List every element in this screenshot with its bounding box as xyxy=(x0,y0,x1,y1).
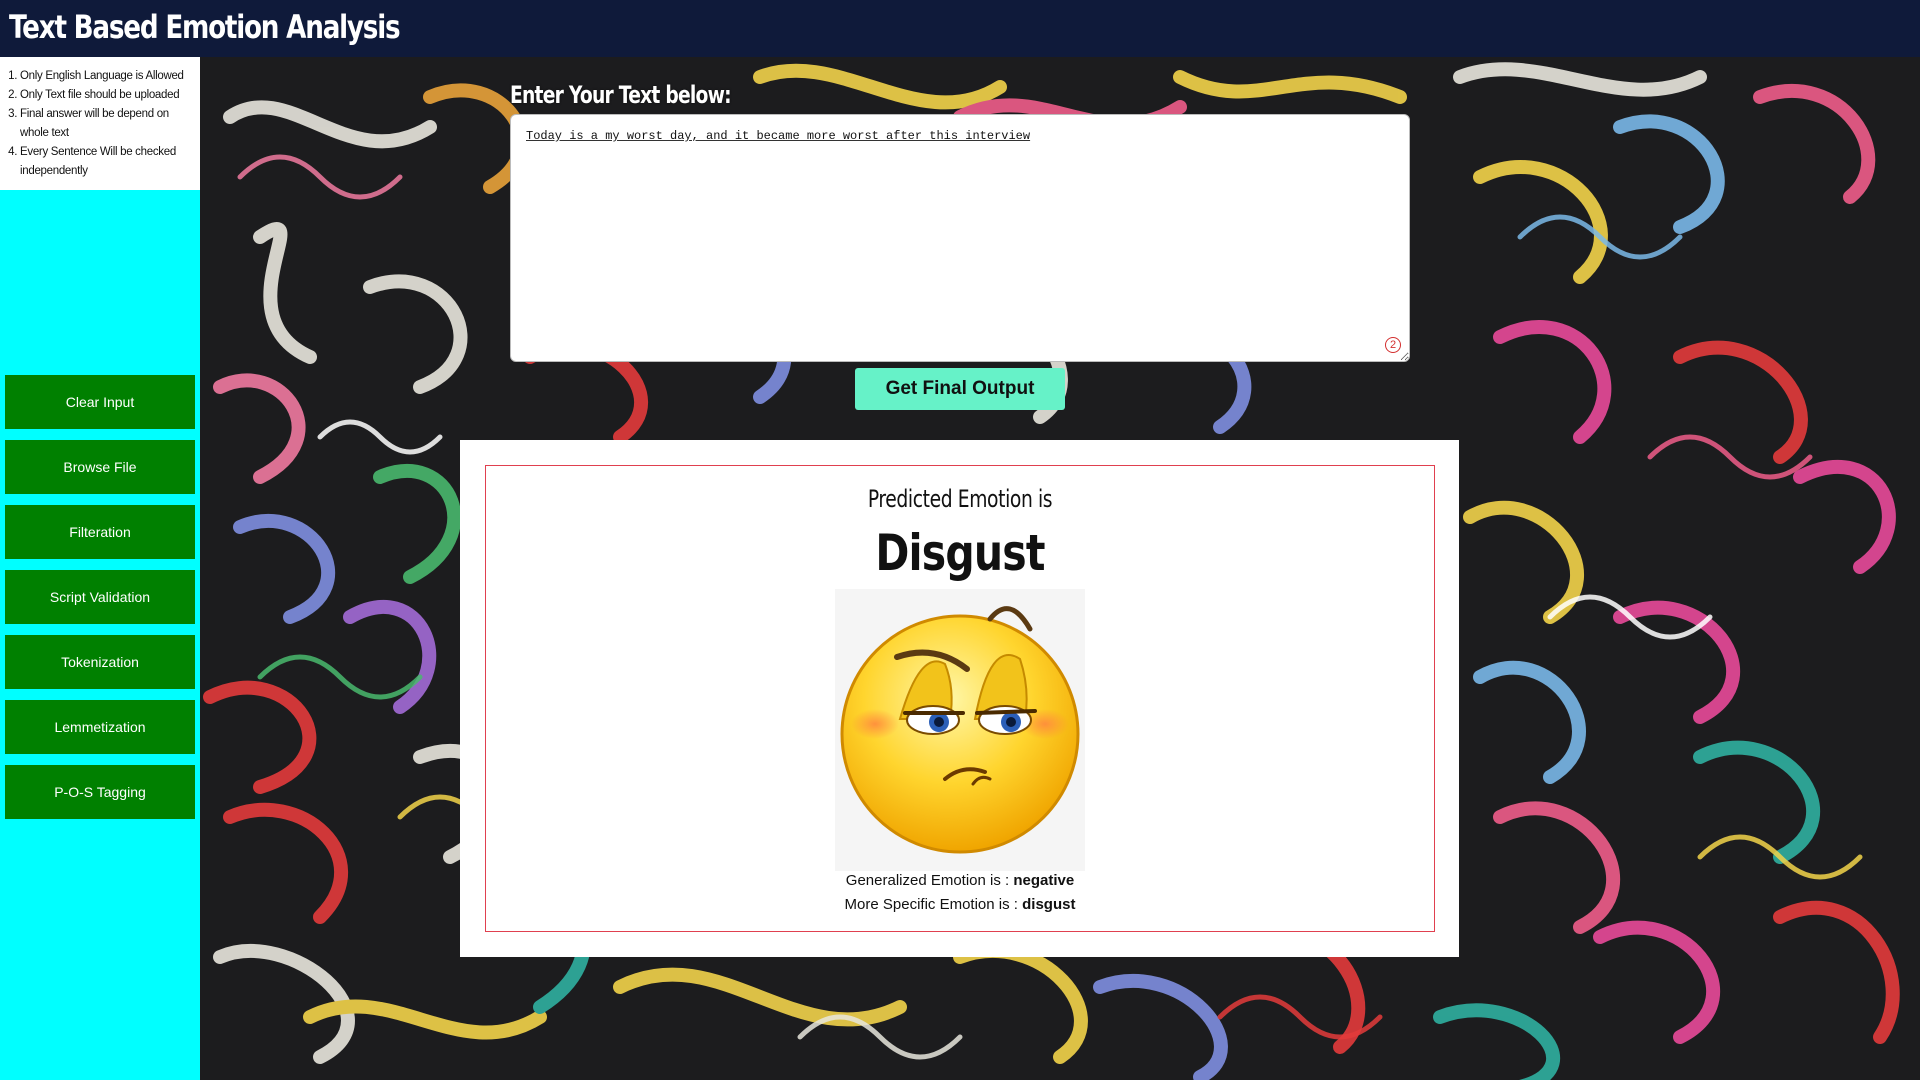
pos-tagging-button[interactable]: P-O-S Tagging xyxy=(5,765,195,819)
app-header: Text Based Emotion Analysis xyxy=(0,0,1920,57)
specific-emotion-label: More Specific Emotion is : xyxy=(844,896,1023,913)
smirking-disgust-face-icon xyxy=(840,606,1080,854)
generalized-emotion-line: Generalized Emotion is : negative xyxy=(486,872,1434,889)
lemmetization-button[interactable]: Lemmetization xyxy=(5,700,195,754)
sidebar: Only English Language is Allowed Only Te… xyxy=(0,57,200,1080)
result-box: Predicted Emotion is Disgust Generalized… xyxy=(485,465,1435,932)
filteration-button[interactable]: Filteration xyxy=(5,505,195,559)
clear-input-button[interactable]: Clear Input xyxy=(5,375,195,429)
instruction-item: Only Text file should be uploaded xyxy=(20,86,196,105)
specific-emotion-value: disgust xyxy=(1022,896,1076,913)
script-validation-button[interactable]: Script Validation xyxy=(5,570,195,624)
generalized-emotion-value: negative xyxy=(1013,872,1075,889)
instruction-item: Only English Language is Allowed xyxy=(20,67,196,86)
text-input[interactable] xyxy=(510,114,1410,362)
predicted-emotion: Disgust xyxy=(875,524,1045,582)
prediction-heading: Predicted Emotion is xyxy=(867,485,1053,513)
instruction-item: Final answer will be depend on whole tex… xyxy=(20,105,196,143)
browse-file-button[interactable]: Browse File xyxy=(5,440,195,494)
grammar-issues-badge[interactable]: 2 xyxy=(1385,337,1401,353)
instructions-list: Only English Language is Allowed Only Te… xyxy=(0,67,196,181)
app-title: Text Based Emotion Analysis xyxy=(9,8,401,46)
main-content: Enter Your Text below: 2 Get Final Outpu… xyxy=(200,57,1920,1080)
result-panel: Predicted Emotion is Disgust Generalized… xyxy=(460,440,1459,957)
emotion-image xyxy=(835,589,1085,871)
instructions-panel: Only English Language is Allowed Only Te… xyxy=(0,57,200,190)
tokenization-button[interactable]: Tokenization xyxy=(5,635,195,689)
instruction-item: Every Sentence Will be checked independe… xyxy=(20,143,196,181)
specific-emotion-line: More Specific Emotion is : disgust xyxy=(486,896,1434,913)
generalized-emotion-label: Generalized Emotion is : xyxy=(845,872,1014,889)
get-final-output-button[interactable]: Get Final Output xyxy=(855,368,1065,410)
input-label: Enter Your Text below: xyxy=(510,81,732,109)
